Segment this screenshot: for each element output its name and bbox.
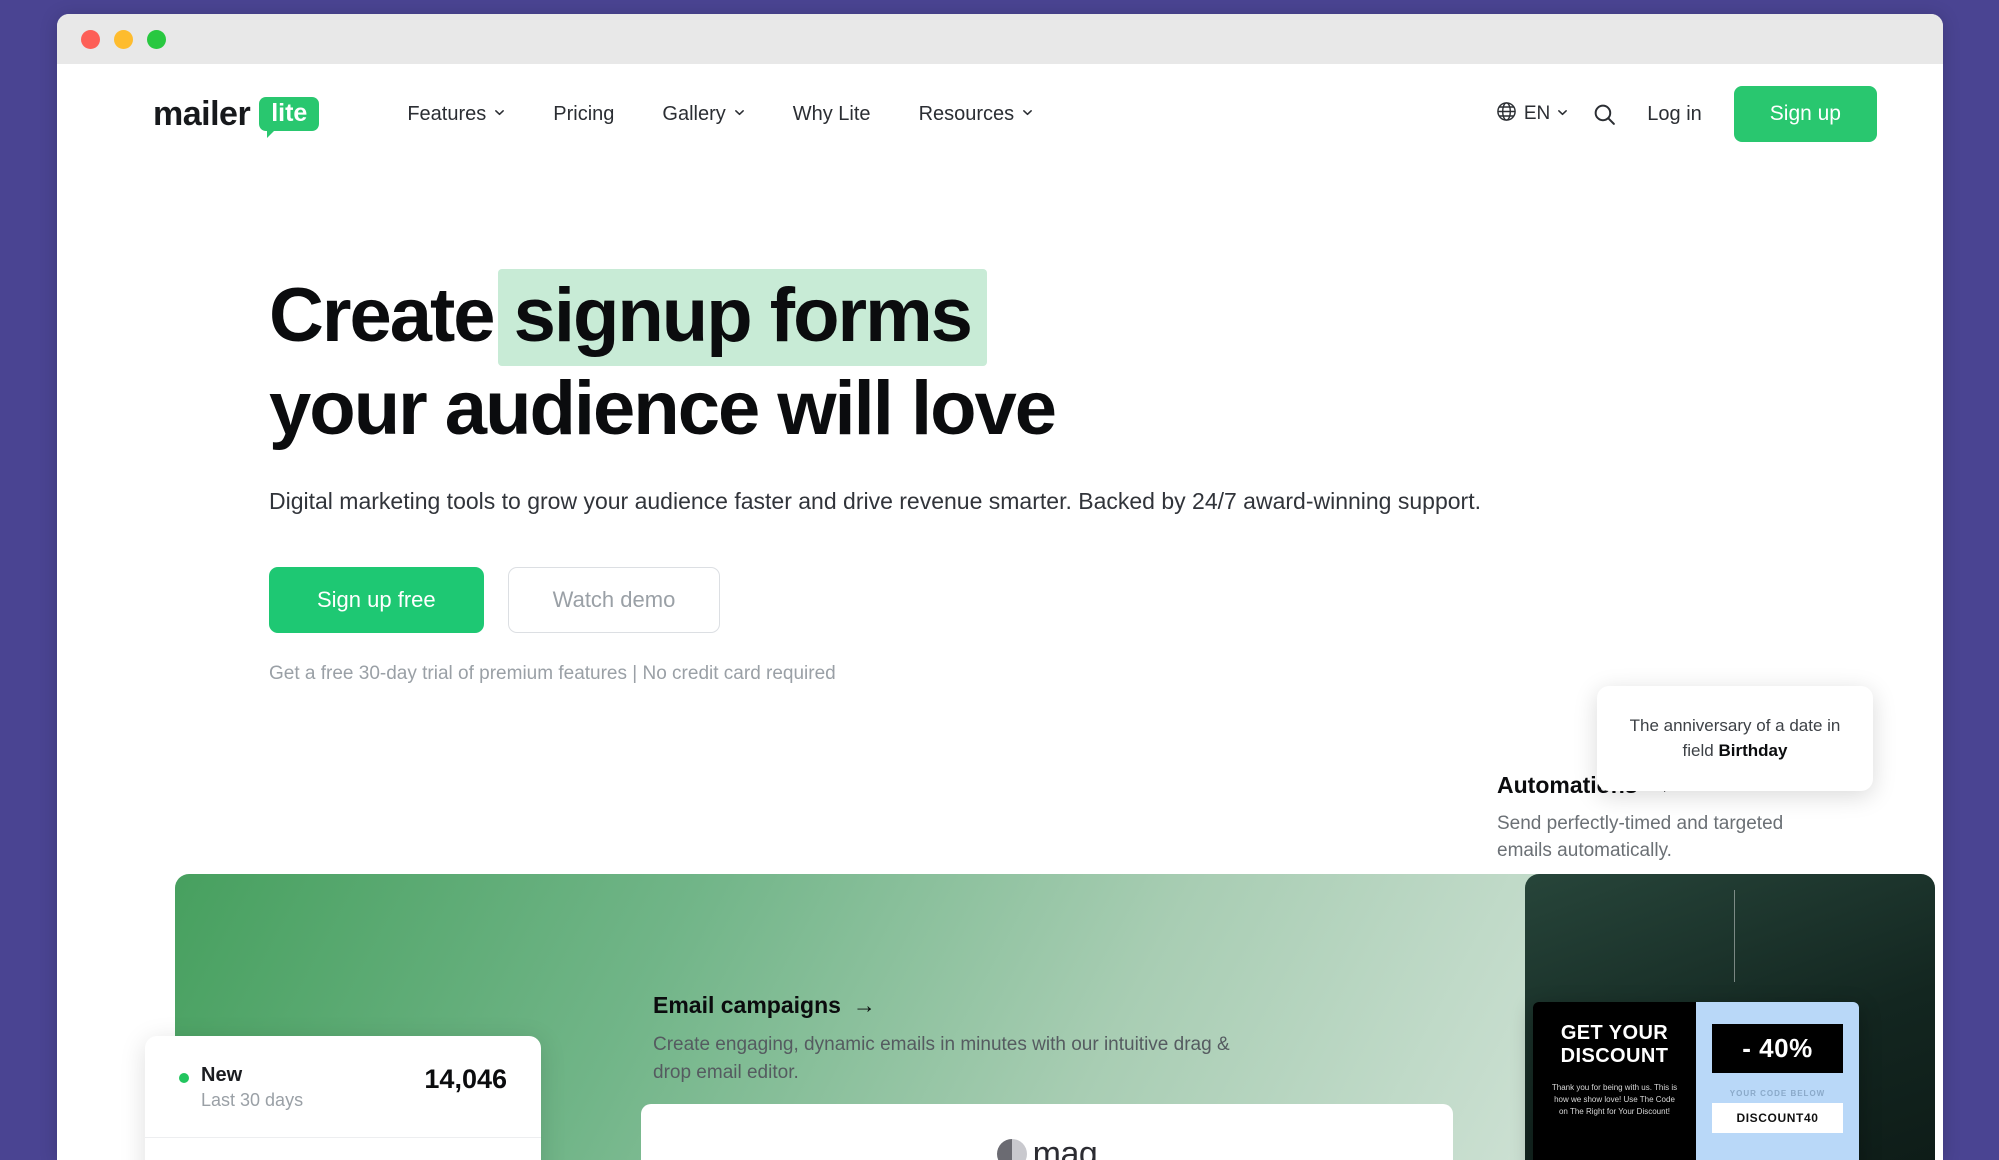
close-icon[interactable] — [81, 29, 100, 49]
page-title: Create signup forms your audience will lo… — [269, 269, 1943, 451]
signup-button[interactable]: Sign up — [1733, 86, 1877, 142]
discount-mock-top: GET YOUR DISCOUNT Thank you for being wi… — [1533, 1002, 1859, 1160]
hero-cta-row: Sign up free Watch demo — [269, 566, 1943, 633]
discount-email-mockup: GET YOUR DISCOUNT Thank you for being wi… — [1533, 1002, 1859, 1160]
browser-window: mailer lite Features Pricing Gallery Why… — [57, 14, 1943, 1160]
logo-badge: lite — [259, 96, 320, 139]
automations-body: Send perfectly-timed and targeted emails… — [1497, 813, 1784, 861]
stat-value: 14,046 — [424, 1064, 507, 1094]
login-link[interactable]: Log in — [1647, 103, 1702, 126]
nav-label: Resources — [918, 102, 1015, 125]
moon-icon — [996, 1139, 1027, 1160]
logo[interactable]: mailer lite — [153, 94, 320, 139]
table-row: Unsubscribed — [179, 1138, 507, 1160]
stat-label: New — [201, 1064, 243, 1086]
chevron-down-icon — [1022, 107, 1033, 118]
page-content: mailer lite Features Pricing Gallery Why… — [57, 64, 1943, 1160]
nav-item-gallery[interactable]: Gallery — [662, 103, 744, 126]
nav-label: Gallery — [662, 102, 726, 125]
birthday-tooltip: The anniversary of a date in field Birth… — [1597, 686, 1873, 792]
main-navigation: Features Pricing Gallery Why Lite Resour… — [407, 103, 1033, 126]
nav-item-pricing[interactable]: Pricing — [553, 103, 614, 126]
hero-section: Create signup forms your audience will lo… — [57, 164, 1943, 861]
email-campaigns-title: Email campaigns → — [653, 992, 1253, 1019]
arrow-right-icon: → — [852, 992, 876, 1018]
nav-label: Pricing — [553, 102, 615, 125]
site-header: mailer lite Features Pricing Gallery Why… — [57, 64, 1943, 164]
nav-item-features[interactable]: Features — [407, 103, 505, 126]
discount-code-value: DISCOUNT40 — [1712, 1103, 1843, 1133]
discount-mock-right-panel: - 40% YOUR CODE BELOW DISCOUNT40 — [1696, 1002, 1859, 1160]
tooltip-bold-field: Birthday — [1718, 740, 1788, 760]
nav-label: Features — [407, 102, 487, 125]
discount-percent-badge: - 40% — [1712, 1024, 1843, 1073]
hero-title-highlight: signup forms — [497, 269, 987, 367]
chevron-down-icon — [494, 107, 505, 118]
status-dot-green — [179, 1073, 189, 1083]
globe-icon — [1496, 101, 1517, 128]
editor-preview-card: mag — [641, 1104, 1453, 1160]
stat-sublabel: Last 30 days — [201, 1090, 304, 1110]
signup-free-button[interactable]: Sign up free — [269, 566, 484, 633]
maximize-icon[interactable] — [147, 29, 166, 49]
language-label: EN — [1523, 103, 1551, 124]
hero-title-line1-prefix: Create — [269, 273, 496, 358]
watch-demo-button[interactable]: Watch demo — [507, 566, 721, 633]
tooltip-connector-line — [1734, 890, 1735, 982]
search-icon[interactable] — [1592, 102, 1617, 127]
nav-item-why-lite[interactable]: Why Lite — [793, 103, 871, 126]
discount-headline: GET YOUR DISCOUNT — [1560, 1022, 1669, 1068]
email-campaigns-title-text: Email campaigns — [653, 992, 841, 1018]
nav-label: Why Lite — [792, 102, 871, 125]
header-actions: EN Log in Sign up — [1496, 86, 1877, 142]
hero-fineprint: Get a free 30-day trial of premium featu… — [269, 662, 836, 684]
discount-body-text: Thank you for being with us. This is how… — [1551, 1083, 1678, 1117]
minimize-icon[interactable] — [114, 29, 133, 49]
email-campaigns-callout[interactable]: Email campaigns → Create engaging, dynam… — [653, 992, 1253, 1086]
hero-subtitle: Digital marketing tools to grow your aud… — [269, 488, 1481, 515]
discount-code-label: YOUR CODE BELOW — [1729, 1089, 1826, 1098]
hero-visual: Email campaigns → Create engaging, dynam… — [145, 686, 1935, 1160]
hero-title-line2: your audience will love — [269, 366, 1057, 452]
language-selector[interactable]: EN — [1496, 101, 1568, 128]
discount-mock-left-panel: GET YOUR DISCOUNT Thank you for being wi… — [1533, 1002, 1696, 1160]
logo-word: mailer — [153, 94, 251, 133]
table-row: New Last 30 days 14,046 — [179, 1064, 507, 1137]
browser-titlebar — [57, 14, 1943, 64]
chevron-down-icon — [1557, 107, 1568, 118]
nav-item-resources[interactable]: Resources — [919, 103, 1034, 126]
chevron-down-icon — [734, 107, 745, 118]
mag-logo: mag — [996, 1134, 1098, 1160]
subscriber-stats-card: New Last 30 days 14,046 Unsubscribed — [145, 1036, 541, 1160]
email-campaigns-body: Create engaging, dynamic emails in minut… — [653, 1034, 1230, 1083]
mag-logo-text: mag — [1032, 1134, 1098, 1160]
